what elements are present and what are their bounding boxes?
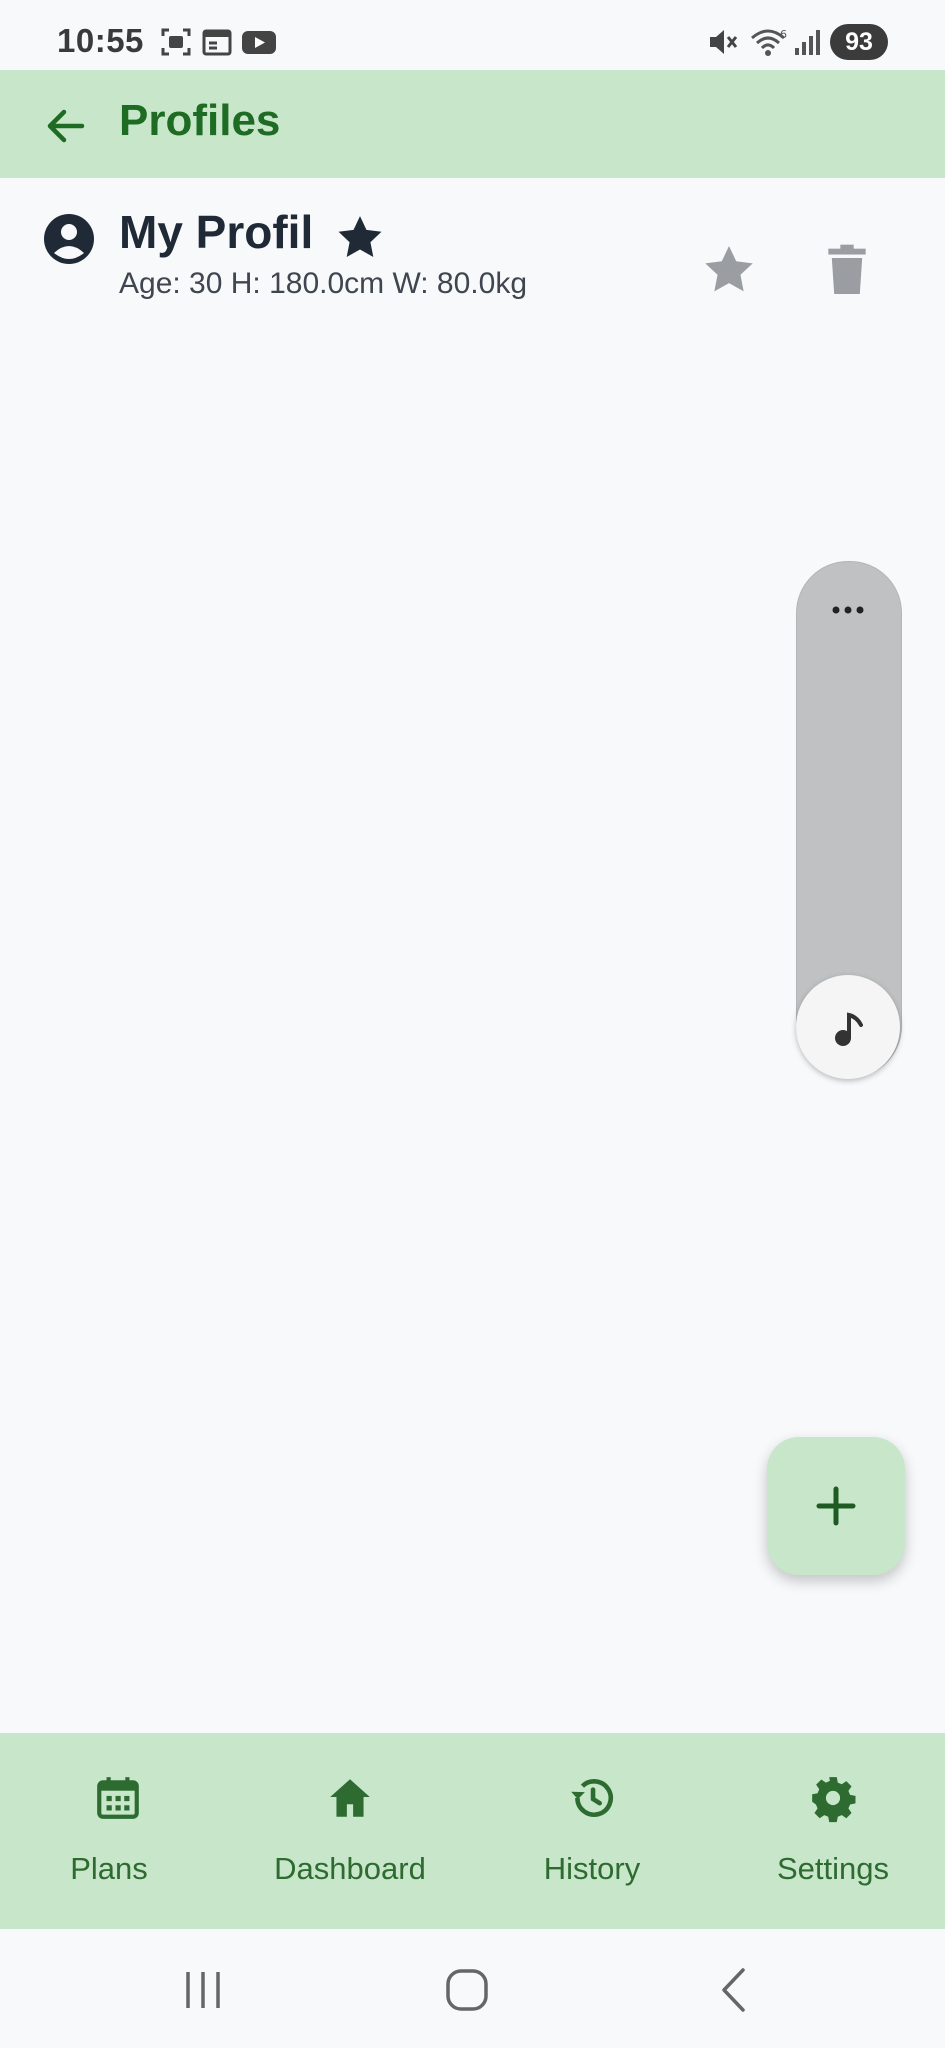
profile-name: My Profil	[119, 206, 314, 258]
nav-label-plans: Plans	[70, 1851, 148, 1886]
battery-indicator: 93	[830, 24, 888, 60]
nav-item-plans[interactable]: Plans	[0, 1733, 236, 1929]
nav-label-dashboard: Dashboard	[274, 1851, 426, 1886]
mute-icon	[707, 26, 739, 63]
nav-item-dashboard[interactable]: Dashboard	[232, 1733, 468, 1929]
trash-icon	[828, 244, 866, 294]
back-system-button[interactable]	[688, 1955, 778, 2025]
music-note-icon	[835, 1012, 863, 1046]
calendar-icon	[97, 1777, 139, 1819]
star-icon	[705, 246, 753, 292]
plus-icon	[816, 1486, 856, 1526]
profile-stats: Age: 30 H: 180.0cm W: 80.0kg	[119, 267, 528, 300]
nav-label-history: History	[543, 1851, 641, 1886]
arrow-left-icon	[47, 109, 85, 143]
youtube-icon	[241, 26, 277, 63]
history-icon	[571, 1779, 613, 1817]
gear-icon	[812, 1777, 856, 1823]
account-circle-icon	[43, 213, 95, 270]
recent-apps-icon	[186, 1972, 220, 2008]
screenshot-icon	[160, 26, 192, 63]
more-horizontal-icon	[832, 606, 864, 614]
status-time: 10:55	[57, 22, 144, 59]
back-button[interactable]	[40, 100, 100, 152]
add-profile-button[interactable]	[767, 1437, 905, 1575]
page-title: Profiles	[119, 96, 281, 145]
svg-text:6: 6	[780, 28, 787, 41]
nav-label-settings: Settings	[776, 1851, 889, 1886]
calendar-app-icon	[201, 26, 233, 63]
home-icon	[330, 1779, 370, 1817]
home-system-button[interactable]	[422, 1955, 512, 2025]
default-star-icon	[334, 212, 386, 267]
set-default-button[interactable]	[697, 238, 761, 302]
chevron-left-icon	[722, 1968, 745, 2012]
more-button[interactable]	[818, 590, 878, 630]
nav-item-history[interactable]: History	[474, 1733, 710, 1929]
recent-apps-button[interactable]	[158, 1955, 248, 2025]
wifi-icon: 6	[750, 26, 790, 63]
nav-item-settings[interactable]: Settings	[715, 1733, 945, 1929]
home-circle-icon	[446, 1969, 488, 2011]
delete-button[interactable]	[815, 238, 879, 302]
music-button[interactable]	[796, 975, 900, 1079]
signal-icon	[793, 26, 823, 63]
